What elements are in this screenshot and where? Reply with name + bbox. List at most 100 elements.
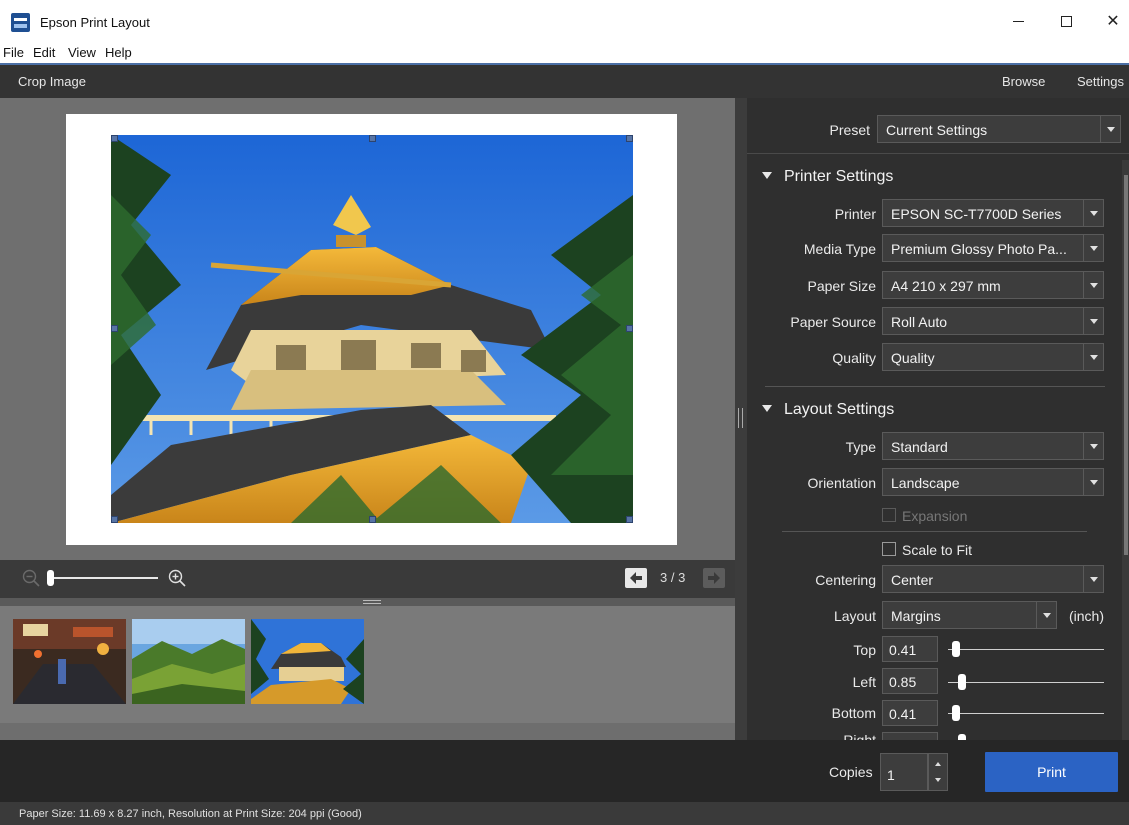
spin-down-icon[interactable] xyxy=(935,778,941,782)
zoom-out-icon[interactable] xyxy=(22,569,40,587)
copies-spinner[interactable] xyxy=(928,753,948,791)
crop-handle-top-right[interactable] xyxy=(626,135,633,142)
media-type-select[interactable]: Premium Glossy Photo Pa... xyxy=(882,234,1104,262)
quality-label: Quality xyxy=(832,350,876,366)
window-title: Epson Print Layout xyxy=(40,15,150,30)
bottom-margin-label: Bottom xyxy=(831,705,876,721)
chevron-down-icon xyxy=(1100,116,1120,142)
thumbnail-golden-pavilion[interactable] xyxy=(251,619,364,704)
orientation-select[interactable]: Landscape xyxy=(882,468,1104,496)
top-margin-slider-thumb[interactable] xyxy=(952,641,960,657)
crop-handle-top[interactable] xyxy=(369,135,376,142)
previous-page-button[interactable] xyxy=(625,568,647,588)
paper-source-select[interactable]: Roll Auto xyxy=(882,307,1104,335)
crop-handle-right[interactable] xyxy=(626,325,633,332)
type-value: Standard xyxy=(891,439,948,455)
chevron-down-icon xyxy=(1083,200,1103,226)
splitter-grip-icon xyxy=(738,408,743,428)
orientation-label: Orientation xyxy=(807,475,876,491)
centering-select[interactable]: Center xyxy=(882,565,1104,593)
page-counter: 3 / 3 xyxy=(660,570,686,585)
paper-size-label: Paper Size xyxy=(807,278,876,294)
zoom-slider-thumb[interactable] xyxy=(47,570,54,586)
collapse-triangle-icon xyxy=(762,172,772,179)
copies-label: Copies xyxy=(829,764,873,780)
print-button[interactable]: Print xyxy=(985,752,1118,792)
paper-size-select[interactable]: A4 210 x 297 mm xyxy=(882,271,1104,299)
paper-preview xyxy=(66,114,677,545)
left-margin-label: Left xyxy=(852,674,876,690)
scale-to-fit-checkbox[interactable] xyxy=(882,542,896,556)
menu-view[interactable]: View xyxy=(68,45,96,60)
left-margin-input[interactable]: 0.85 xyxy=(882,668,938,694)
crop-image-title: Crop Image xyxy=(18,74,86,89)
minimize-button[interactable] xyxy=(1000,9,1036,35)
maximize-button[interactable] xyxy=(1048,9,1084,35)
crop-handle-bottom-right[interactable] xyxy=(626,516,633,523)
media-type-label: Media Type xyxy=(803,241,876,257)
crop-handle-left[interactable] xyxy=(111,325,118,332)
golden-pavilion-thumb-image xyxy=(251,619,364,704)
spin-up-icon[interactable] xyxy=(935,762,941,766)
type-label: Type xyxy=(845,439,876,455)
bottom-margin-input[interactable]: 0.41 xyxy=(882,700,938,726)
layout-select[interactable]: Margins xyxy=(882,601,1057,629)
green-mountains-image xyxy=(132,619,245,704)
chevron-down-icon xyxy=(1036,602,1056,628)
left-margin-slider-thumb[interactable] xyxy=(958,674,966,690)
layout-label: Layout xyxy=(833,608,876,624)
top-margin-slider[interactable] xyxy=(948,649,1104,650)
quality-select[interactable]: Quality xyxy=(882,343,1104,371)
printer-label: Printer xyxy=(834,206,876,222)
thumbnail-green-mountains[interactable] xyxy=(132,619,245,704)
copies-input[interactable]: 1 xyxy=(880,753,928,791)
status-bar: Paper Size: 11.69 x 8.27 inch, Resolutio… xyxy=(0,802,1129,825)
right-margin-row-clip: Right 0.85 xyxy=(747,732,1122,740)
centering-label: Centering xyxy=(815,572,876,588)
preset-select[interactable]: Current Settings xyxy=(877,115,1121,143)
paper-size-value: A4 210 x 297 mm xyxy=(891,278,1001,294)
type-select[interactable]: Standard xyxy=(882,432,1104,460)
expansion-checkbox[interactable] xyxy=(882,508,896,522)
golden-pavilion-image xyxy=(111,135,633,523)
left-margin-slider[interactable] xyxy=(948,682,1104,683)
chevron-down-icon xyxy=(1083,272,1103,298)
menu-edit[interactable]: Edit xyxy=(33,45,55,60)
settings-scrollbar-thumb[interactable] xyxy=(1124,175,1128,555)
toolbar: Crop Image Browse Settings xyxy=(0,63,1129,98)
settings-button[interactable]: Settings xyxy=(1077,74,1124,89)
bottom-margin-slider[interactable] xyxy=(948,713,1104,714)
crop-handle-top-left[interactable] xyxy=(111,135,118,142)
close-icon: ✕ xyxy=(1106,13,1120,30)
close-button[interactable]: ✕ xyxy=(1095,9,1129,35)
layout-settings-title: Layout Settings xyxy=(784,401,895,418)
printer-settings-header[interactable]: Printer Settings xyxy=(762,168,893,186)
thumbnail-horizontal-scrollbar[interactable] xyxy=(0,723,735,740)
thumbnail-resize-grip[interactable] xyxy=(0,598,735,606)
crop-handle-bottom[interactable] xyxy=(369,516,376,523)
printer-select[interactable]: EPSON SC-T7700D Series xyxy=(882,199,1104,227)
menu-help[interactable]: Help xyxy=(105,45,132,60)
grip-lines-icon xyxy=(363,600,381,604)
thumbnail-street-market[interactable] xyxy=(13,619,126,704)
zoom-slider-track[interactable] xyxy=(50,577,158,579)
browse-button[interactable]: Browse xyxy=(1002,74,1045,89)
arrow-left-icon xyxy=(630,572,642,584)
thumbnail-strip xyxy=(0,606,735,723)
bottom-margin-slider-thumb[interactable] xyxy=(952,705,960,721)
menu-file[interactable]: File xyxy=(3,45,24,60)
right-margin-input[interactable]: 0.85 xyxy=(882,732,938,740)
centering-value: Center xyxy=(891,572,934,588)
media-type-value: Premium Glossy Photo Pa... xyxy=(891,241,1067,257)
preset-value: Current Settings xyxy=(886,122,988,138)
zoom-in-icon[interactable] xyxy=(168,569,186,587)
top-margin-input[interactable]: 0.41 xyxy=(882,636,938,662)
chevron-down-icon xyxy=(1083,566,1103,592)
top-margin-label: Top xyxy=(853,642,876,658)
crop-handle-bottom-left[interactable] xyxy=(111,516,118,523)
quality-value: Quality xyxy=(891,350,935,366)
chevron-down-icon xyxy=(1083,433,1103,459)
preview-photo-golden-pavilion[interactable] xyxy=(111,135,633,523)
next-page-button[interactable] xyxy=(703,568,725,588)
layout-settings-header[interactable]: Layout Settings xyxy=(762,401,894,419)
